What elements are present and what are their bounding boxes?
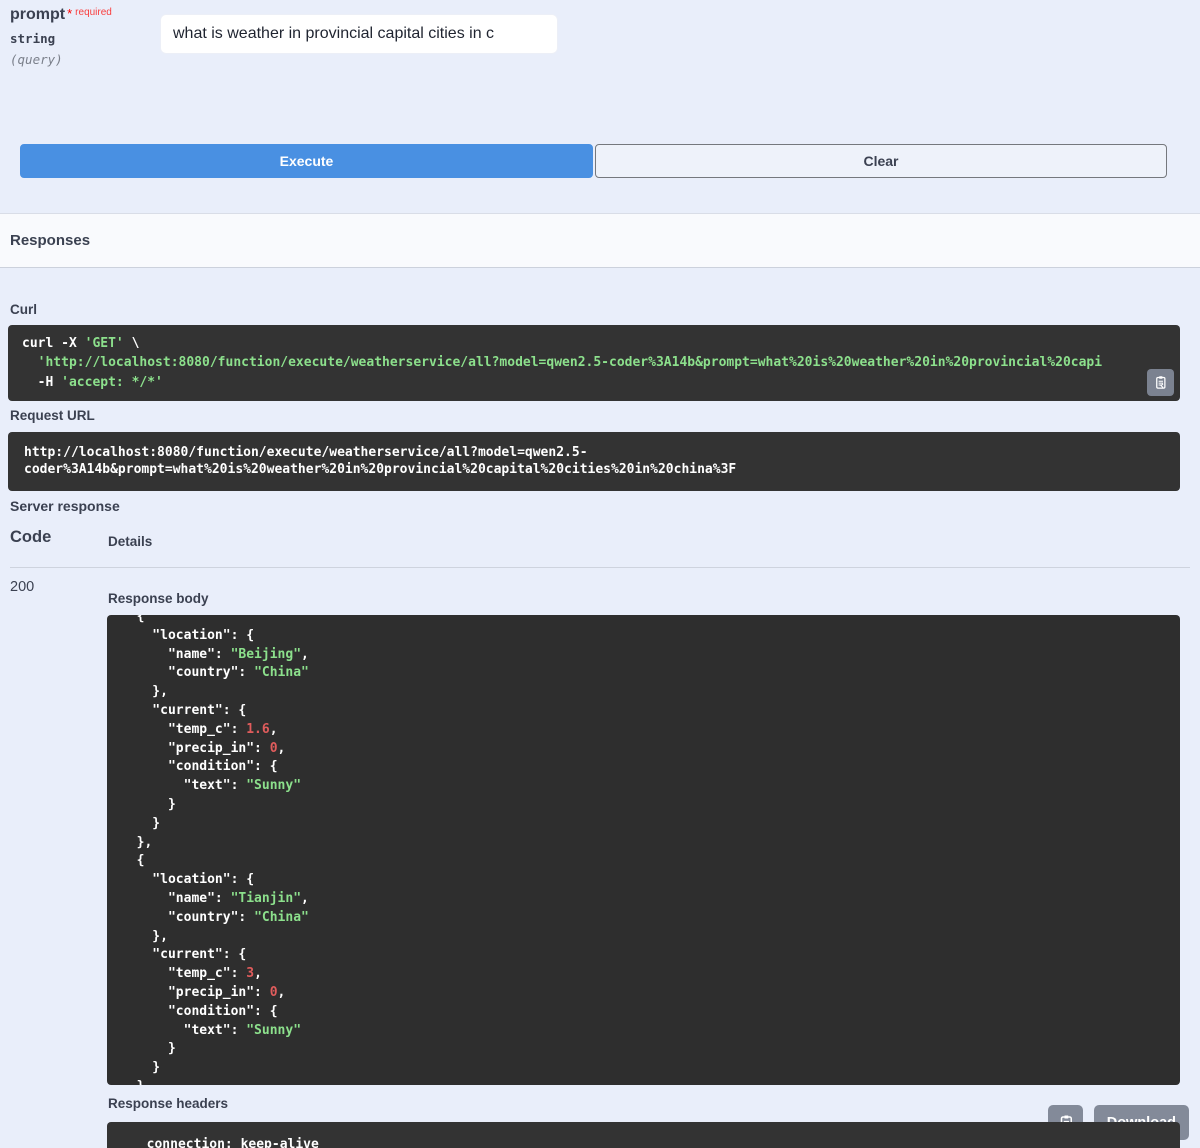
- code-column-header: Code: [10, 528, 52, 546]
- prompt-input[interactable]: [160, 14, 558, 54]
- parameter-type: string: [10, 31, 56, 46]
- responses-section-header: Responses: [0, 213, 1200, 268]
- clear-button[interactable]: Clear: [595, 144, 1167, 178]
- swagger-try-it-out-panel: prompt*required string (query) Execute C…: [0, 0, 1200, 1148]
- responses-title: Responses: [10, 232, 91, 249]
- copy-curl-button[interactable]: [1147, 369, 1174, 396]
- required-asterisk: *: [67, 6, 73, 21]
- status-code: 200: [10, 579, 35, 595]
- details-column-header: Details: [108, 534, 153, 549]
- server-response-title: Server response: [10, 498, 120, 514]
- curl-label: Curl: [10, 302, 37, 317]
- response-headers-label: Response headers: [108, 1096, 229, 1111]
- response-body-label: Response body: [108, 591, 209, 606]
- request-url-block[interactable]: http://localhost:8080/function/execute/w…: [8, 432, 1180, 491]
- clipboard-copy-icon: [1153, 375, 1168, 390]
- parameter-name: prompt: [10, 6, 66, 23]
- execute-clear-row: Execute Clear: [20, 144, 1167, 178]
- response-headers-block[interactable]: connection: keep-alive: [107, 1122, 1180, 1148]
- response-body-block[interactable]: { "location": { "name": "Beijing", "coun…: [107, 615, 1180, 1085]
- execute-button[interactable]: Execute: [20, 144, 593, 178]
- parameter-location: (query): [10, 52, 63, 67]
- curl-command-block[interactable]: curl -X 'GET' \ 'http://localhost:8080/f…: [8, 325, 1180, 401]
- parameter-meta: prompt * required string (query): [10, 6, 112, 67]
- required-label: required: [75, 7, 112, 18]
- table-divider: [10, 567, 1190, 568]
- request-url-label: Request URL: [10, 408, 95, 423]
